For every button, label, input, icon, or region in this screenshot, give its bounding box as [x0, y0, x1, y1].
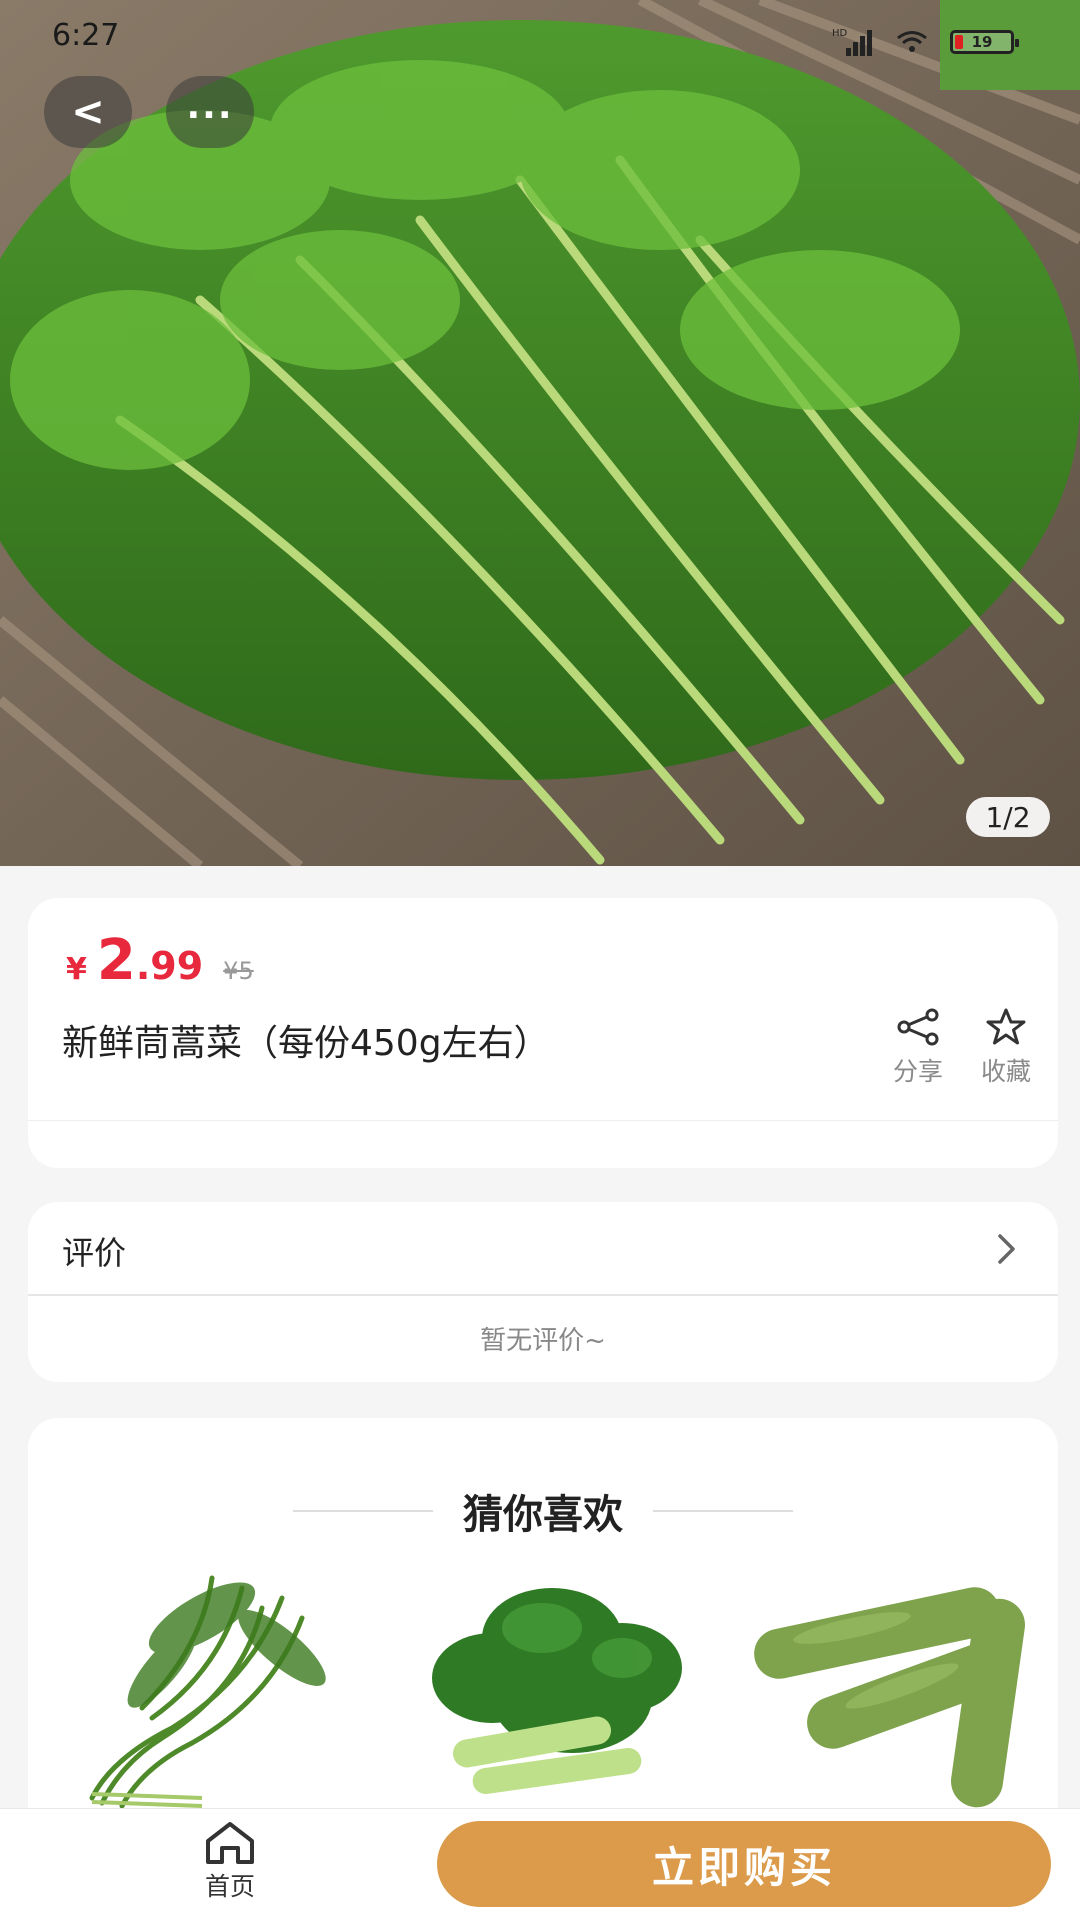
reviews-empty-text: 暂无评价~: [480, 1326, 606, 1356]
home-tab[interactable]: 首页: [190, 1821, 270, 1903]
network-type-label: HD: [832, 28, 848, 39]
back-button[interactable]: <: [44, 76, 132, 148]
price-row: ¥ 2 .99 ¥5: [66, 928, 254, 993]
home-icon: [206, 1822, 254, 1864]
star-icon: [986, 1008, 1026, 1045]
more-button[interactable]: ...: [166, 76, 254, 148]
bottom-action-bar: 首页 立即购买: [0, 1808, 1080, 1920]
chevron-right-icon: [998, 1234, 1015, 1264]
reviews-card: 评价 暂无评价~: [28, 1202, 1058, 1382]
divider: [28, 1120, 1058, 1121]
price-decimal: .99: [135, 944, 204, 988]
product-photo: [0, 0, 1080, 866]
original-price: ¥5: [223, 957, 254, 985]
recommend-item[interactable]: [52, 1558, 362, 1812]
more-icon: ...: [186, 85, 234, 127]
share-button[interactable]: 分享: [878, 1008, 958, 1088]
reviews-label: 评价: [62, 1234, 127, 1272]
battery-level: 19: [971, 33, 993, 51]
back-icon: <: [71, 89, 105, 135]
status-icons: HD 19: [832, 22, 1019, 62]
buy-now-button[interactable]: 立即购买: [437, 1821, 1051, 1907]
product-image-carousel[interactable]: 6:27 HD 19 < ... 1/2: [0, 0, 1080, 866]
water-spinach-photo: [52, 1558, 362, 1812]
fava-beans-photo: [732, 1558, 1042, 1812]
share-icon: [897, 1008, 939, 1046]
share-label: 分享: [892, 1057, 943, 1086]
price-integer: 2: [96, 928, 136, 993]
favorite-label: 收藏: [980, 1057, 1031, 1086]
favorite-button[interactable]: 收藏: [966, 1008, 1046, 1088]
home-label: 首页: [204, 1872, 255, 1901]
status-time: 6:27: [52, 18, 120, 53]
recommendations-header: 猜你喜欢: [28, 1482, 1058, 1540]
recommend-item[interactable]: [732, 1558, 1042, 1812]
recommendations-title: 猜你喜欢: [463, 1492, 623, 1538]
status-bar: 6:27 HD 19: [0, 0, 1080, 80]
recommend-item[interactable]: [392, 1558, 702, 1812]
product-title: 新鲜茼蒿菜（每份450g左右）: [62, 1023, 550, 1064]
battery-icon: 19: [950, 30, 1019, 54]
reviews-header[interactable]: 评价: [28, 1202, 1058, 1294]
recommendations-list: [52, 1558, 1042, 1812]
bok-choy-photo: [392, 1558, 702, 1812]
divider: [293, 1510, 433, 1512]
wifi-icon: [897, 31, 927, 52]
signal-icon: HD: [832, 28, 872, 56]
currency-symbol: ¥: [66, 952, 87, 987]
image-pager-indicator: 1/2: [966, 797, 1050, 837]
product-info-card: ¥ 2 .99 ¥5 新鲜茼蒿菜（每份450g左右） 分享 收藏: [28, 898, 1058, 1168]
divider: [28, 1294, 1058, 1296]
divider: [653, 1510, 793, 1512]
